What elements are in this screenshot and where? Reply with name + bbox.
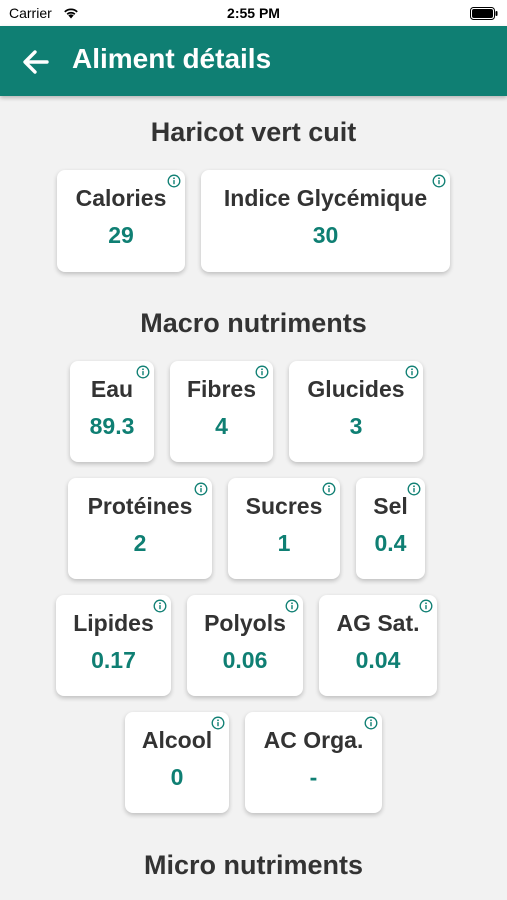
info-icon[interactable] — [364, 716, 378, 730]
nutrient-value: 89.3 — [89, 413, 135, 439]
nutrient-value: 3 — [349, 413, 363, 439]
info-icon[interactable] — [194, 482, 208, 496]
nutrient-label: Sel — [373, 493, 408, 519]
info-icon[interactable] — [255, 365, 269, 379]
macro-section-title: Macro nutriments — [140, 308, 367, 338]
nutrient-label: Protéines — [87, 493, 193, 519]
app-bar: Aliment détails — [0, 26, 507, 96]
nutrient-card-ag-sat[interactable]: AG Sat. 0.04 — [319, 595, 437, 696]
nutrient-value: - — [309, 764, 318, 790]
battery-icon — [470, 7, 498, 20]
nutrient-value: 0 — [170, 764, 184, 790]
info-icon[interactable] — [405, 365, 419, 379]
nutrient-value: 0.04 — [355, 647, 401, 673]
nutrient-label: Alcool — [141, 727, 213, 753]
nutrient-label: Sucres — [245, 493, 323, 519]
page-title: Aliment détails — [72, 43, 272, 74]
nutrient-card-eau[interactable]: Eau 89.3 — [70, 361, 154, 462]
nutrient-card-glucides[interactable]: Glucides 3 — [289, 361, 423, 462]
nutrient-card-proteines[interactable]: Protéines 2 — [68, 478, 212, 579]
nutrient-card-lipides[interactable]: Lipides 0.17 — [56, 595, 171, 696]
nutrient-value: 2 — [133, 530, 147, 556]
nutrient-card-sel[interactable]: Sel 0.4 — [356, 478, 425, 579]
nutrient-label: Fibres — [186, 376, 257, 402]
info-icon[interactable] — [211, 716, 225, 730]
micro-section-title: Micro nutriments — [143, 850, 364, 880]
info-icon[interactable] — [419, 599, 433, 613]
nutrient-value: 29 — [108, 222, 134, 248]
nutrient-label: Lipides — [73, 610, 154, 636]
info-icon[interactable] — [407, 482, 421, 496]
info-icon[interactable] — [285, 599, 299, 613]
nutrient-label: Eau — [90, 376, 134, 402]
nutrient-label: Glucides — [307, 376, 405, 402]
info-icon[interactable] — [153, 599, 167, 613]
nutrient-card-alcool[interactable]: Alcool 0 — [125, 712, 229, 813]
nutrient-card-glycemic-index[interactable]: Indice Glycémique 30 — [201, 170, 450, 272]
nutrient-label: Calories — [75, 185, 167, 211]
back-arrow-icon[interactable] — [20, 46, 52, 78]
nutrient-value: 30 — [312, 222, 339, 248]
nutrient-value: 4 — [215, 413, 228, 439]
clock: 2:55 PM — [227, 5, 280, 21]
info-icon[interactable] — [322, 482, 336, 496]
nutrient-value: 1 — [277, 530, 291, 556]
nutrient-card-sucres[interactable]: Sucres 1 — [228, 478, 340, 579]
status-bar: Carrier 2:55 PM — [0, 0, 507, 26]
nutrient-card-ac-orga[interactable]: AC Orga. - — [245, 712, 382, 813]
nutrient-label: Indice Glycémique — [223, 185, 428, 211]
info-icon[interactable] — [432, 174, 446, 188]
nutrient-card-fibres[interactable]: Fibres 4 — [170, 361, 273, 462]
nutrient-label: AG Sat. — [336, 610, 420, 636]
nutrient-label: AC Orga. — [263, 727, 364, 753]
nutrient-label: Polyols — [204, 610, 286, 636]
nutrient-value: 0.4 — [374, 530, 407, 556]
nutrient-value: 0.17 — [91, 647, 136, 673]
info-icon[interactable] — [136, 365, 150, 379]
food-name: Haricot vert cuit — [150, 117, 357, 147]
nutrient-card-polyols[interactable]: Polyols 0.06 — [187, 595, 303, 696]
nutrient-card-calories[interactable]: Calories 29 — [57, 170, 185, 272]
nutrient-value: 0.06 — [222, 647, 268, 673]
info-icon[interactable] — [167, 174, 181, 188]
